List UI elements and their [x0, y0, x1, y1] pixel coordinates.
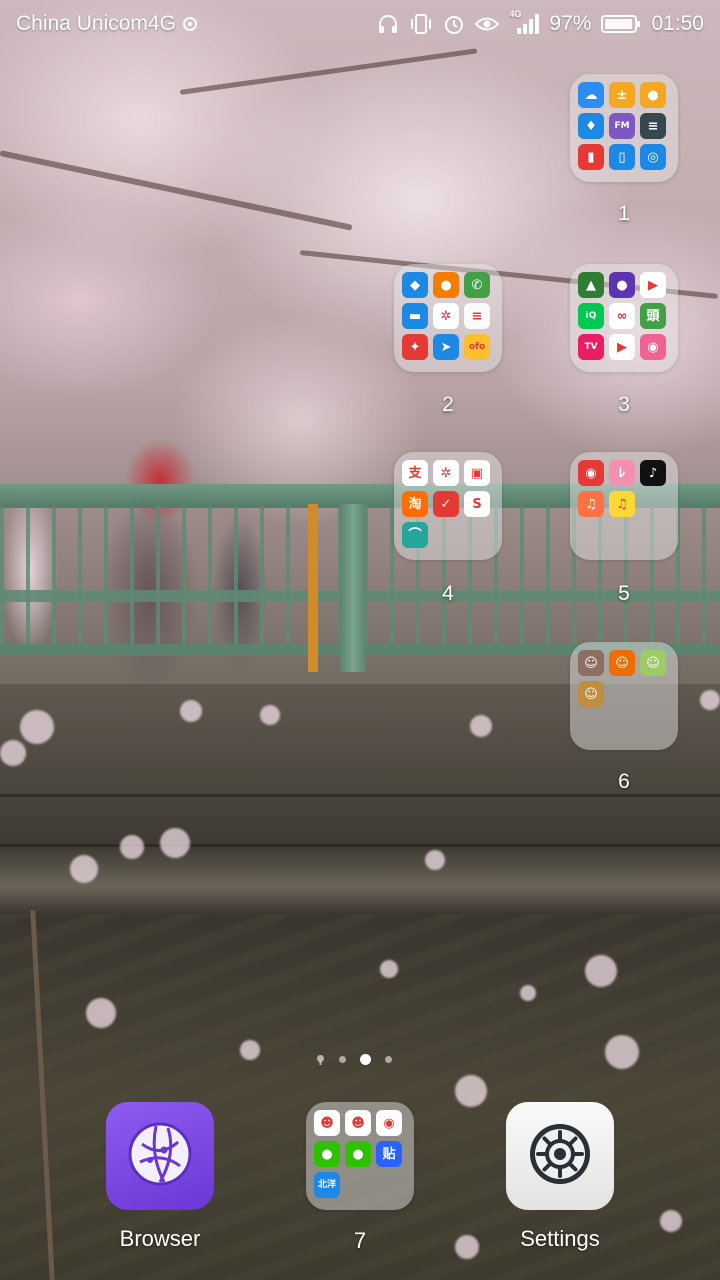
contacts-sync-app-icon: ♦: [578, 113, 604, 139]
vibrate-icon: [409, 13, 433, 35]
alarm-icon: [443, 13, 465, 35]
browser-label: Browser: [119, 1226, 201, 1251]
folder-label: 4: [442, 582, 454, 605]
network-type: 4G: [509, 9, 522, 19]
folder-3[interactable]: ▲ ● ▶ iQ ∞ 頭 TV ▶ ◉: [570, 264, 678, 372]
carrier-name: China Unicom4G: [16, 12, 176, 35]
phone-manager-app-icon: ▯: [609, 144, 635, 170]
qq-lite-app-icon: ☻: [345, 1110, 371, 1136]
recorder-app-icon: ●: [640, 82, 666, 108]
jd-app-icon: ✓: [433, 491, 459, 517]
settings-app-icon[interactable]: [506, 1102, 614, 1210]
folder-4[interactable]: 支 ✲ ▣ 淘 ✓ S ⌒: [394, 452, 502, 560]
video-player-app-icon: ▶: [640, 272, 666, 298]
maps-app-icon: ➤: [433, 334, 459, 360]
game-4-app-icon: ☺: [578, 681, 604, 707]
folder-6[interactable]: ☺ ☺ ☺ ☺: [570, 642, 678, 750]
folder-label: 7: [353, 1228, 367, 1253]
flashlight-app-icon: ▮: [578, 144, 604, 170]
pptv-app-icon: TV: [578, 334, 604, 360]
netease-music-app-icon: ◉: [578, 460, 604, 486]
folder-label: 6: [618, 770, 630, 793]
compass-app-icon: ◎: [640, 144, 666, 170]
folder-label: 3: [618, 393, 630, 416]
game-2-app-icon: ☺: [609, 650, 635, 676]
ofo-app-icon: ofo: [464, 334, 490, 360]
folder-label: 1: [618, 202, 630, 225]
folder-label: 2: [442, 393, 454, 416]
gallery-app-icon: ▲: [578, 272, 604, 298]
baidu-netdisk-app-icon: ∞: [609, 303, 635, 329]
qq-app-icon: ☻: [314, 1110, 340, 1136]
folder-label: 5: [618, 582, 630, 605]
gear-icon: [520, 1114, 600, 1198]
folder-1[interactable]: ☁ ± ● ♦ FM ≡ ▮ ▯ ◎: [570, 74, 678, 182]
settings-label: Settings: [520, 1226, 600, 1251]
folder-5[interactable]: ◉ ﾚ ♪ ♫ ♫: [570, 452, 678, 560]
iqiyi-app-icon: iQ: [578, 303, 604, 329]
fm-radio-app-icon: FM: [609, 113, 635, 139]
qq-music-app-icon: ♫: [609, 491, 635, 517]
folder-2[interactable]: ◆ ● ✆ ▬ ✲ ≡ ✦ ➤ ofo: [394, 264, 502, 372]
contacts-app-icon: ●: [433, 272, 459, 298]
sound-recorder-app-icon: ≡: [640, 113, 666, 139]
weibo-app-icon: ◉: [376, 1110, 402, 1136]
mobile-service-app-icon: ✲: [433, 460, 459, 486]
tencent-video-app-icon: ▶: [609, 334, 635, 360]
ctrip-app-icon: ✦: [402, 334, 428, 360]
china-mobile-app-icon: ✲: [433, 303, 459, 329]
music-app-icon: ●: [609, 272, 635, 298]
page-dot-active[interactable]: [360, 1054, 371, 1065]
tieba-app-icon: 贴: [376, 1141, 402, 1167]
game-3-app-icon: ☺: [640, 650, 666, 676]
wechat-clone-app-icon: ●: [345, 1141, 371, 1167]
phone-app-icon: ✆: [464, 272, 490, 298]
beiyang-app-icon: 北洋: [314, 1172, 340, 1198]
page-indicator[interactable]: [316, 1054, 392, 1065]
bilibili-app-icon: ﾚ: [609, 460, 635, 486]
eye-comfort-icon: [475, 15, 500, 33]
calculator-app-icon: ±: [609, 82, 635, 108]
home-screen: China Unicom4G 4G 97% 01:50 ☁ ± ● ♦ FM ≡…: [0, 0, 720, 1280]
payment-app-icon: S: [464, 491, 490, 517]
clock: 01:50: [651, 12, 704, 35]
tiktok-app-icon: ♪: [640, 460, 666, 486]
battery-percent: 97%: [549, 12, 592, 35]
huawei-wallet-app-icon: ⌒: [402, 522, 428, 548]
meitu-app-icon: ◉: [640, 334, 666, 360]
game-1-app-icon: ☺: [578, 650, 604, 676]
wechat-app-icon: ●: [314, 1141, 340, 1167]
headphones-icon: [377, 13, 399, 35]
news-app-icon: 頭: [640, 303, 666, 329]
bank-app-icon: ▣: [464, 460, 490, 486]
messaging-app-icon: ▬: [402, 303, 428, 329]
folder-7[interactable]: ☻ ☻ ◉ ● ● 贴北洋: [306, 1102, 414, 1210]
music-store-app-icon: ♫: [578, 491, 604, 517]
notes-app-icon: ≡: [464, 303, 490, 329]
page-dot[interactable]: [339, 1056, 346, 1063]
browser-app-icon[interactable]: [106, 1102, 214, 1210]
alipay-app-icon: 支: [402, 460, 428, 486]
security-app-icon: ◆: [402, 272, 428, 298]
status-bar: China Unicom4G 4G 97% 01:50: [0, 0, 720, 50]
data-saver-icon: [182, 16, 198, 32]
home-page-dot[interactable]: [316, 1054, 325, 1065]
weather-app-icon: ☁: [578, 82, 604, 108]
signal-icon: 4G: [509, 9, 540, 35]
battery-icon: [601, 14, 641, 34]
page-dot[interactable]: [385, 1056, 392, 1063]
browser-icon: [120, 1114, 200, 1198]
taobao-app-icon: 淘: [402, 491, 428, 517]
